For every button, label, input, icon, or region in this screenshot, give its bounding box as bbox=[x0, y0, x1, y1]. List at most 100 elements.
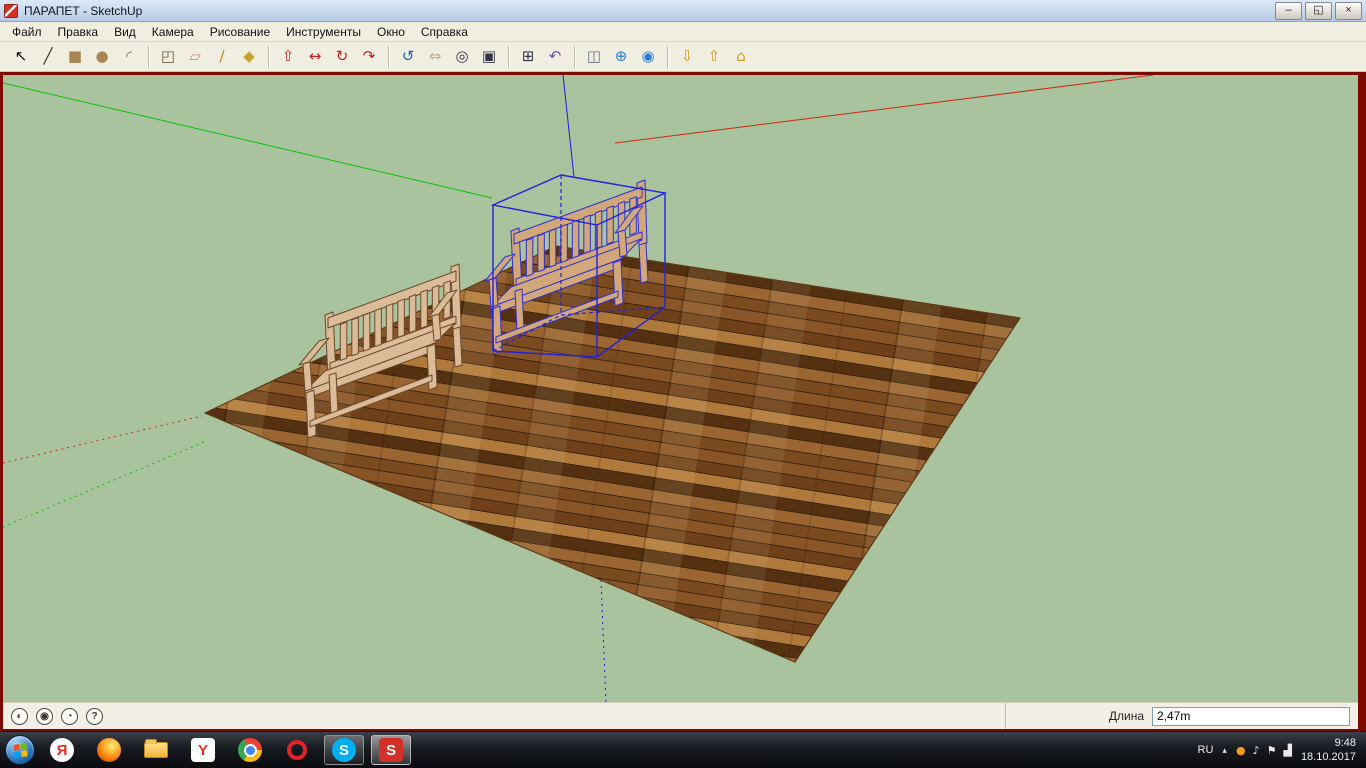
tool-push-pull[interactable]: ⇧ bbox=[275, 45, 301, 69]
menu-item-2[interactable]: Вид bbox=[106, 23, 144, 41]
clock[interactable]: 9:48 18.10.2017 bbox=[1301, 736, 1360, 765]
orbit-icon: ↺ bbox=[401, 47, 415, 65]
volume-icon[interactable]: ♪ bbox=[1253, 745, 1260, 756]
menubar: Файл Правка Вид Камера Рисование Инструменты О… bbox=[0, 22, 1366, 42]
updater-icon[interactable]: ● bbox=[1236, 745, 1246, 756]
toolbar-separator bbox=[148, 45, 149, 68]
tray-icons: ● ♪ ⚑ ▟ bbox=[1236, 745, 1292, 756]
tool-zoom[interactable]: ◎ bbox=[449, 45, 475, 69]
tool-section-plane[interactable]: ◫ bbox=[581, 45, 607, 69]
menu-item-6[interactable]: Окно bbox=[369, 23, 413, 41]
menu-item-7[interactable]: Справка bbox=[413, 23, 476, 41]
vcb-label: Длина bbox=[1108, 709, 1144, 723]
circle-icon: ● bbox=[95, 47, 109, 65]
red-axis bbox=[614, 75, 1154, 144]
tool-make-component[interactable]: ◰ bbox=[155, 45, 181, 69]
move-icon: ↔ bbox=[308, 47, 322, 65]
tool-google-earth[interactable]: ◉ bbox=[635, 45, 661, 69]
tool-tape-measure[interactable]: ∕ bbox=[209, 45, 235, 69]
arc-icon: ◜ bbox=[126, 47, 132, 65]
deck-outline bbox=[203, 245, 1022, 663]
taskbar-app-firefox[interactable] bbox=[89, 735, 129, 765]
tool-add-location[interactable]: ⊕ bbox=[608, 45, 634, 69]
tool-rectangle[interactable]: ■ bbox=[62, 45, 88, 69]
maximize-restore-button[interactable]: ◱ bbox=[1305, 1, 1332, 20]
bench-selected[interactable] bbox=[484, 179, 649, 355]
tool-move[interactable]: ↔ bbox=[302, 45, 328, 69]
titlebar: ПАРАПЕТ - SketchUp – ◱ × bbox=[0, 0, 1366, 22]
hidden-icons-chevron[interactable]: ▴ bbox=[1222, 745, 1227, 756]
tool-line[interactable]: ╱ bbox=[35, 45, 61, 69]
viewport-3d[interactable] bbox=[3, 75, 1358, 702]
minimize-button[interactable]: – bbox=[1275, 1, 1302, 20]
geolocation-icon[interactable]: ◐ bbox=[11, 707, 28, 725]
taskbar-app-explorer[interactable] bbox=[136, 735, 176, 765]
tape-measure-icon: ∕ bbox=[219, 47, 225, 65]
action-center-icon[interactable]: ⚑ bbox=[1267, 745, 1277, 756]
tool-pan[interactable]: ⇔ bbox=[422, 45, 448, 69]
tool-previous-view[interactable]: ↶ bbox=[542, 45, 568, 69]
offset-icon: ↷ bbox=[362, 47, 376, 65]
taskbar-app-sketchup[interactable]: S bbox=[371, 735, 411, 765]
tool-arc[interactable]: ◜ bbox=[116, 45, 142, 69]
red-axis-dashed bbox=[3, 415, 203, 464]
tool-select[interactable]: ↖ bbox=[8, 45, 34, 69]
tool-3d-warehouse[interactable]: ⌂ bbox=[728, 45, 754, 69]
bench-left[interactable] bbox=[298, 263, 463, 439]
select-icon: ↖ bbox=[14, 47, 28, 65]
vcb-input[interactable] bbox=[1152, 706, 1350, 726]
taskbar-app-skype[interactable]: S bbox=[324, 735, 364, 765]
blue-axis-dashed bbox=[600, 579, 607, 702]
skype-icon: S bbox=[332, 738, 356, 762]
tool-share-model[interactable]: ⇧ bbox=[701, 45, 727, 69]
tool-zoom-extents[interactable]: ⊞ bbox=[515, 45, 541, 69]
rectangle-icon: ■ bbox=[67, 47, 83, 65]
paint-bucket-icon: ◆ bbox=[243, 47, 255, 65]
previous-view-icon: ↶ bbox=[548, 47, 562, 65]
make-component-icon: ◰ bbox=[160, 47, 176, 65]
opera-icon bbox=[287, 740, 307, 760]
eraser-icon: ▱ bbox=[189, 47, 201, 65]
sketchup-icon: S bbox=[379, 738, 403, 762]
menu-item-1[interactable]: Правка bbox=[50, 23, 107, 41]
menu-item-0[interactable]: Файл bbox=[4, 23, 50, 41]
taskbar-app-chrome[interactable] bbox=[230, 735, 270, 765]
taskbar-app-opera[interactable] bbox=[277, 735, 317, 765]
clock-date: 18.10.2017 bbox=[1300, 751, 1356, 763]
windows-flag-icon bbox=[12, 742, 28, 758]
menu-item-3[interactable]: Камера bbox=[144, 23, 202, 41]
tool-zoom-window[interactable]: ▣ bbox=[476, 45, 502, 69]
chrome-icon bbox=[238, 738, 262, 762]
network-icon[interactable]: ▟ bbox=[1283, 745, 1291, 756]
toolbar-separator bbox=[388, 45, 389, 68]
blue-axis bbox=[562, 75, 575, 178]
line-icon: ╱ bbox=[43, 47, 53, 65]
statusbar-icons: ◐ ◉ ◔? bbox=[11, 707, 103, 725]
help-icon[interactable]: ? bbox=[86, 707, 103, 725]
menu-item-5[interactable]: Инструменты bbox=[278, 23, 369, 41]
push-pull-icon: ⇧ bbox=[281, 47, 295, 65]
screen: ПАРАПЕТ - SketchUp – ◱ × Файл Правка Вид Ка… bbox=[0, 0, 1366, 768]
statusbar: ◐ ◉ ◔? Длина bbox=[3, 702, 1358, 729]
tool-circle[interactable]: ● bbox=[89, 45, 115, 69]
yandex-search-icon: Y bbox=[191, 738, 215, 762]
toolbar: ↖ ╱ ■ ● ◜ ◰ ▱ ∕ ◆ ⇧ ↔ ↻ ↷ ↺ ⇔ ◎ ▣ ⊞ ↶ ◫ ⊕ ◉ ⇩ ⇧ ⌂ bbox=[0, 42, 1366, 72]
menu-item-4[interactable]: Рисование bbox=[202, 23, 278, 41]
taskbar-app-yandex-search[interactable]: Y bbox=[183, 735, 223, 765]
credits-icon[interactable]: ◉ bbox=[36, 707, 53, 725]
add-location-icon: ⊕ bbox=[614, 47, 628, 65]
tool-offset[interactable]: ↷ bbox=[356, 45, 382, 69]
start-button[interactable] bbox=[5, 735, 35, 765]
language-indicator[interactable]: RU bbox=[1198, 744, 1214, 756]
tool-rotate[interactable]: ↻ bbox=[329, 45, 355, 69]
explorer-icon bbox=[144, 739, 168, 758]
close-button[interactable]: × bbox=[1335, 1, 1362, 20]
tool-get-models[interactable]: ⇩ bbox=[674, 45, 700, 69]
tool-paint-bucket[interactable]: ◆ bbox=[236, 45, 262, 69]
tool-eraser[interactable]: ▱ bbox=[182, 45, 208, 69]
window-title: ПАРАПЕТ - SketchUp bbox=[24, 3, 143, 18]
taskbar-app-yandex-browser[interactable]: Я bbox=[42, 735, 82, 765]
google-earth-icon: ◉ bbox=[641, 47, 655, 65]
instructor-icon[interactable]: ◔ bbox=[61, 707, 78, 725]
tool-orbit[interactable]: ↺ bbox=[395, 45, 421, 69]
